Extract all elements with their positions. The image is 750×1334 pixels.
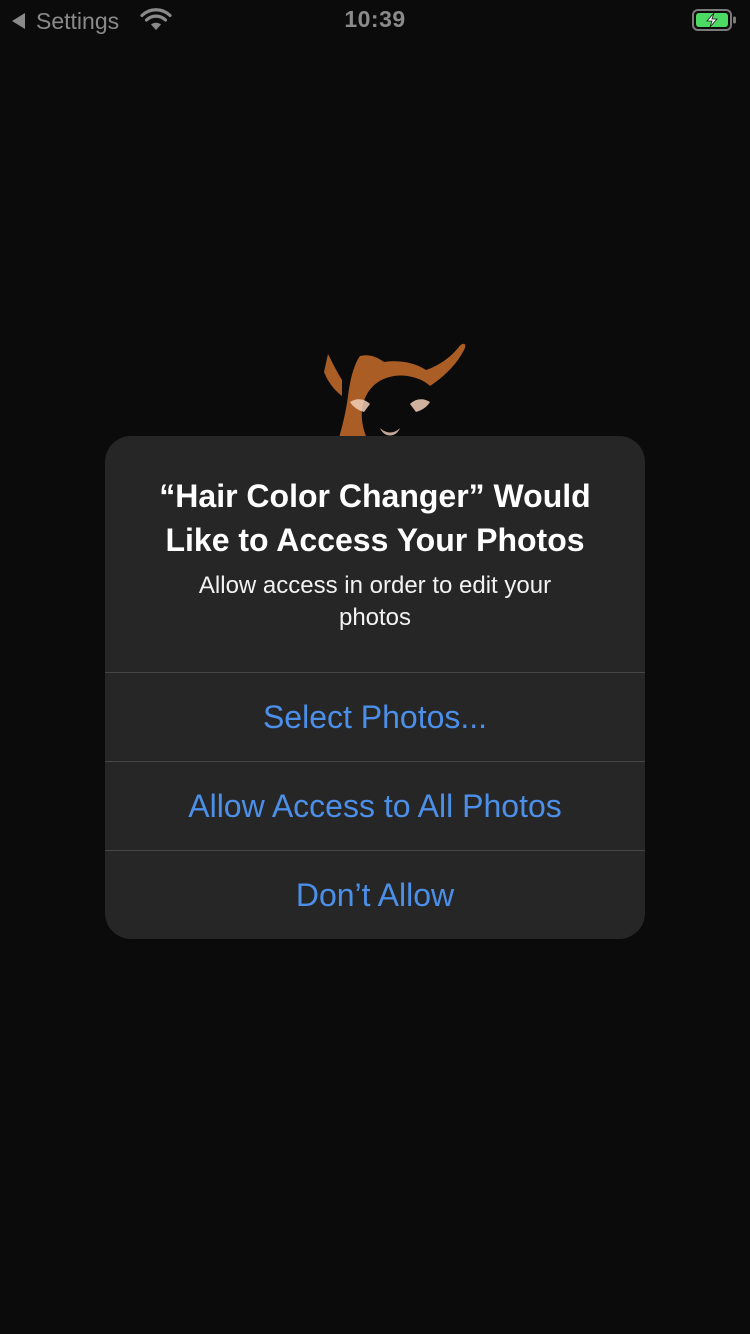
photos-permission-alert: “Hair Color Changer” Would Like to Acces… bbox=[105, 436, 645, 939]
alert-body: “Hair Color Changer” Would Like to Acces… bbox=[105, 436, 645, 672]
status-bar: Settings 10:39 bbox=[0, 0, 750, 40]
allow-all-photos-button[interactable]: Allow Access to All Photos bbox=[105, 761, 645, 850]
select-photos-button[interactable]: Select Photos... bbox=[105, 672, 645, 761]
status-time: 10:39 bbox=[344, 6, 406, 32]
dont-allow-button[interactable]: Don’t Allow bbox=[105, 850, 645, 939]
tiger-mascot-icon bbox=[324, 343, 466, 448]
battery-charging-icon bbox=[692, 9, 736, 31]
screen: Settings 10:39 “Hair Color Changer” Woul… bbox=[0, 0, 750, 1334]
alert-title: “Hair Color Changer” Would Like to Acces… bbox=[159, 478, 591, 558]
alert-message: Allow access in order to edit your photo… bbox=[198, 572, 552, 631]
